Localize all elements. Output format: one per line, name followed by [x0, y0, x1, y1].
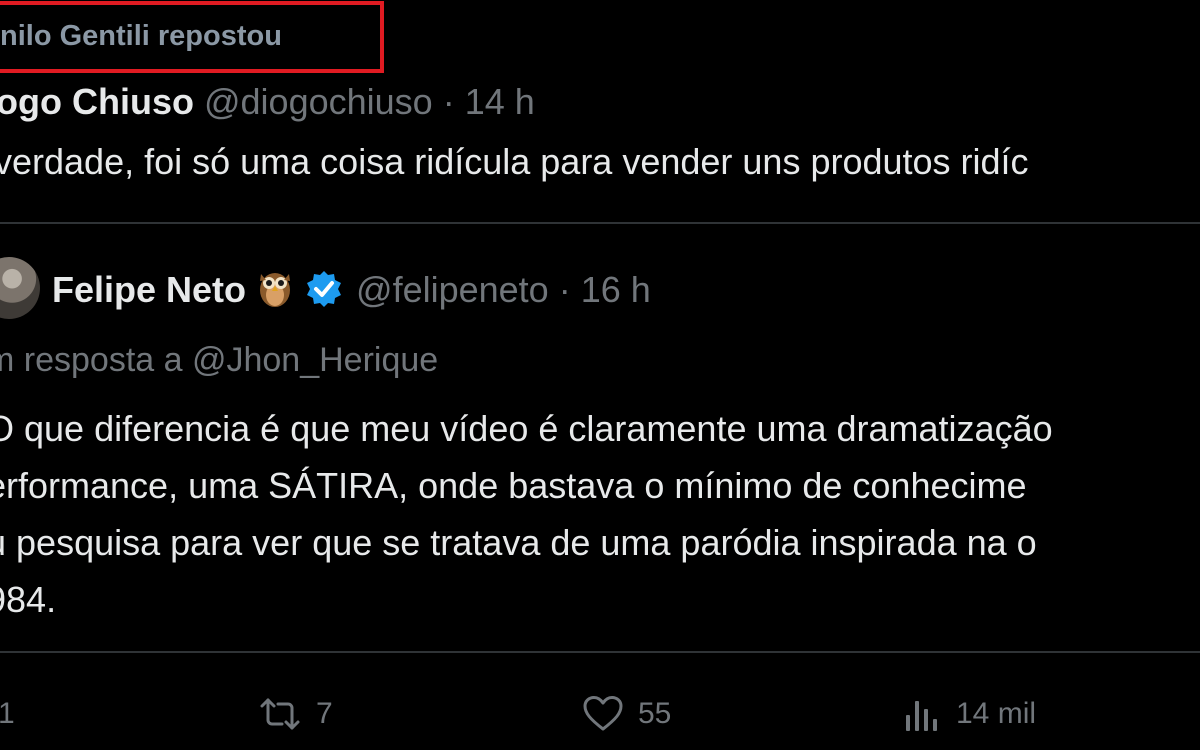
quote-card-border — [0, 222, 1200, 224]
action-bar-divider — [0, 651, 1200, 653]
quote-text-line: erformance, uma SÁTIRA, onde bastava o m… — [0, 465, 1027, 506]
repost-count: 7 — [316, 697, 333, 730]
views-chart-icon — [902, 695, 942, 733]
reply-to-label[interactable]: m resposta a @Jhon_Herique — [0, 338, 438, 382]
repost-label[interactable]: nilo Gentili repostou — [0, 20, 282, 53]
views-count: 14 mil — [956, 697, 1037, 730]
tweet-text: verdade, foi só uma coisa ridícula para … — [0, 141, 1029, 182]
like-heart-icon — [582, 695, 624, 733]
tweet-time[interactable]: 14 h — [465, 81, 535, 122]
repost-icon — [258, 696, 302, 732]
tweet-author-handle[interactable]: @diogochiuso — [204, 81, 433, 122]
quote-text-line: u pesquisa para ver que se tratava de um… — [0, 522, 1037, 563]
quote-author-name[interactable]: Felipe Neto — [52, 269, 246, 310]
verified-badge-icon — [304, 269, 344, 309]
like-button[interactable]: 55 — [582, 690, 671, 738]
quote-time[interactable]: 16 h — [581, 269, 651, 310]
quote-text-line: O que diferencia é que meu vídeo é clara… — [0, 408, 1053, 449]
reply-button[interactable]: 1 — [0, 690, 15, 738]
quote-text-line: 984. — [0, 579, 57, 620]
quote-author-handle[interactable]: @felipeneto — [356, 269, 549, 310]
repost-button[interactable]: 7 — [258, 690, 333, 738]
quote-header: Felipe Neto @felipeneto · 16 h — [52, 267, 651, 313]
reply-count: 1 — [0, 697, 15, 730]
like-count: 55 — [638, 697, 672, 730]
tweet-header: ogo Chiuso @diogochiuso · 14 h — [0, 80, 535, 124]
quote-separator: · — [548, 269, 581, 310]
quote-text: O que diferencia é que meu vídeo é clara… — [0, 400, 1053, 628]
owl-emoji-icon — [258, 268, 292, 308]
quote-avatar[interactable] — [0, 257, 40, 319]
tweet-separator: · — [432, 81, 465, 122]
tweet-author-name[interactable]: ogo Chiuso — [0, 81, 194, 122]
views-button[interactable]: 14 mil — [902, 690, 1036, 738]
